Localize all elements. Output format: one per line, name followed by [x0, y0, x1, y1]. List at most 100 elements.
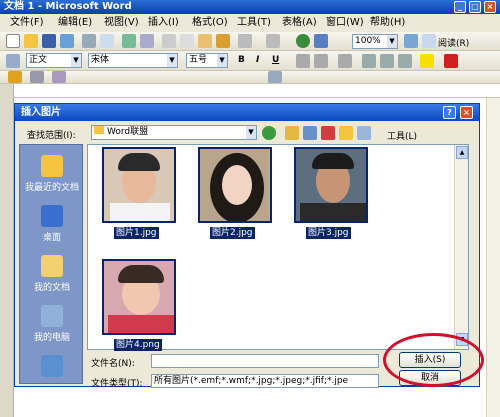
style-select[interactable]: 正文 ▼ — [26, 53, 82, 68]
file-thumbnail-2[interactable] — [198, 147, 272, 223]
undo-icon[interactable] — [238, 34, 252, 48]
file-name-4[interactable]: 图片4.png — [114, 339, 162, 351]
vertical-ruler — [0, 84, 14, 417]
font-size-select[interactable]: 五号 ▼ — [186, 53, 228, 68]
menu-edit[interactable]: 编辑(E) — [58, 14, 92, 32]
document-scrollbar[interactable] — [486, 98, 500, 417]
file-list-scrollbar[interactable]: ▲ ▼ — [454, 145, 468, 349]
new-folder-icon[interactable] — [339, 126, 353, 140]
place-desktop[interactable]: 桌面 — [20, 205, 84, 243]
read-button[interactable]: 阅读(R) — [438, 36, 469, 49]
redo-icon[interactable] — [266, 34, 280, 48]
select-objects-icon[interactable] — [30, 71, 44, 83]
search-web-icon[interactable] — [303, 126, 317, 140]
scroll-up-icon[interactable]: ▲ — [456, 146, 468, 159]
read-icon[interactable] — [422, 34, 436, 48]
font-color-icon[interactable] — [444, 54, 458, 68]
format-picture-icon[interactable] — [268, 71, 282, 83]
file-thumbnail-3[interactable] — [294, 147, 368, 223]
autoshapes-icon[interactable] — [52, 71, 66, 83]
minimize-button[interactable]: _ — [454, 1, 466, 13]
help-icon[interactable] — [404, 34, 418, 48]
file-name-1[interactable]: 图片1.jpg — [114, 227, 159, 239]
numbering-icon[interactable] — [362, 54, 376, 68]
dialog-help-button[interactable]: ? — [443, 106, 456, 119]
menu-bar: 文件(F) 编辑(E) 视图(V) 插入(I) 格式(O) 工具(T) 表格(A… — [0, 14, 500, 32]
menu-window[interactable]: 窗口(W) — [326, 14, 364, 32]
copy-icon[interactable] — [180, 34, 194, 48]
highlight-icon[interactable] — [420, 54, 434, 68]
filename-input[interactable] — [151, 354, 379, 368]
dialog-close-button[interactable]: × — [460, 106, 473, 119]
paste-icon[interactable] — [198, 34, 212, 48]
align-left-icon[interactable] — [296, 54, 310, 68]
hyperlink-icon[interactable] — [296, 34, 310, 48]
italic-button[interactable]: I — [256, 55, 259, 65]
delete-icon[interactable] — [321, 126, 335, 140]
menu-tools[interactable]: 工具(T) — [237, 14, 271, 32]
styles-icon[interactable] — [6, 54, 20, 68]
menu-format[interactable]: 格式(O) — [192, 14, 228, 32]
network-places-icon — [41, 355, 63, 377]
place-recent[interactable]: 我最近的文档 — [20, 155, 84, 193]
justify-icon[interactable] — [338, 54, 352, 68]
indent-icon[interactable] — [398, 54, 412, 68]
chevron-down-icon: ▼ — [167, 54, 177, 67]
horizontal-ruler — [14, 84, 500, 98]
window-title: 文档 1 - Microsoft Word — [4, 1, 132, 12]
align-center-icon[interactable] — [314, 54, 328, 68]
format-painter-icon[interactable] — [216, 34, 230, 48]
file-name-2[interactable]: 图片2.jpg — [210, 227, 255, 239]
recent-documents-icon — [41, 155, 63, 177]
menu-insert[interactable]: 插入(I) — [148, 14, 179, 32]
place-my-documents[interactable]: 我的文档 — [20, 255, 84, 293]
menu-view[interactable]: 视图(V) — [104, 14, 139, 32]
file-thumbnail-1[interactable] — [102, 147, 176, 223]
menu-file[interactable]: 文件(F) — [10, 14, 44, 32]
spelling-icon[interactable] — [122, 34, 136, 48]
views-icon[interactable] — [357, 126, 371, 140]
new-document-icon[interactable] — [6, 34, 20, 48]
my-documents-icon — [41, 255, 63, 277]
font-select[interactable]: 宋体 ▼ — [88, 53, 178, 68]
cut-icon[interactable] — [162, 34, 176, 48]
draw-icon[interactable] — [8, 71, 22, 83]
menu-help[interactable]: 帮助(H) — [370, 14, 405, 32]
dialog-title-bar: 插入图片 ? × — [15, 104, 479, 121]
filename-label: 文件名(N): — [91, 359, 135, 369]
lookin-select[interactable]: Word联盟 ▼ — [91, 125, 257, 140]
up-folder-icon[interactable] — [285, 126, 299, 140]
zoom-select[interactable]: 100% ▼ — [352, 34, 398, 49]
place-my-computer[interactable]: 我的电脑 — [20, 305, 84, 343]
permission-icon[interactable] — [60, 34, 74, 48]
lookin-label: 查找范围(I): — [27, 131, 76, 141]
photo-person — [222, 165, 252, 205]
desktop-icon — [41, 205, 63, 227]
filetype-select[interactable]: 所有图片(*.emf;*.wmf;*.jpg;*.jpeg;*.jfif;*.j… — [151, 374, 379, 388]
tables-icon[interactable] — [314, 34, 328, 48]
filetype-label: 文件类型(T): — [91, 379, 143, 389]
tools-menu[interactable]: 工具(L) — [387, 129, 417, 142]
places-bar: 我最近的文档 桌面 我的文档 我的电脑 — [19, 144, 83, 384]
underline-button[interactable]: U — [272, 55, 279, 65]
print-icon[interactable] — [82, 34, 96, 48]
open-folder-icon[interactable] — [24, 34, 38, 48]
bullets-icon[interactable] — [380, 54, 394, 68]
close-button[interactable]: × — [484, 1, 496, 13]
maximize-button[interactable]: □ — [469, 1, 481, 13]
file-name-3[interactable]: 图片3.jpg — [306, 227, 351, 239]
back-icon[interactable] — [262, 126, 276, 140]
file-thumbnail-4[interactable] — [102, 259, 176, 335]
chevron-down-icon: ▼ — [217, 54, 227, 67]
menu-table[interactable]: 表格(A) — [282, 14, 317, 32]
standard-toolbar: 100% ▼ 阅读(R) — [0, 32, 500, 51]
chevron-down-icon: ▼ — [246, 126, 256, 139]
chevron-down-icon: ▼ — [387, 35, 397, 48]
bold-button[interactable]: B — [238, 55, 245, 65]
print-preview-icon[interactable] — [100, 34, 114, 48]
save-icon[interactable] — [42, 34, 56, 48]
place-network[interactable] — [20, 355, 84, 380]
research-icon[interactable] — [140, 34, 154, 48]
drawing-toolbar — [0, 71, 500, 84]
folder-icon — [94, 126, 104, 134]
